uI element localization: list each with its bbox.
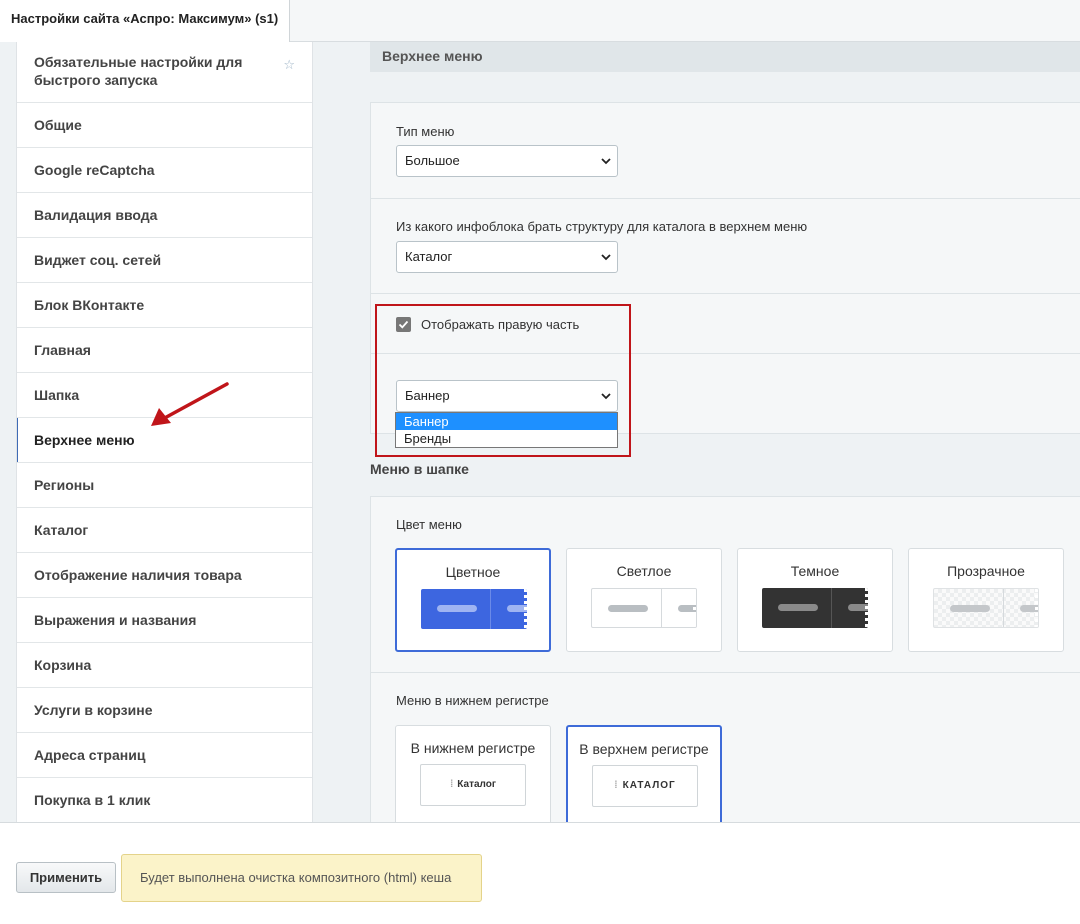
- dropdown-option-banner[interactable]: Баннер: [396, 413, 617, 430]
- menu-case-label: Меню в нижнем регистре: [396, 693, 549, 708]
- sidebar-item-label: Выражения и названия: [34, 612, 197, 628]
- right-part-type-select[interactable]: Баннер: [396, 380, 618, 412]
- sidebar-item-label: Google reCaptcha: [34, 162, 155, 178]
- top-tab-bar: Настройки сайта «Аспро: Максимум» (s1): [0, 0, 1080, 42]
- right-part-type-dropdown: Баннер Бренды: [395, 412, 618, 448]
- sidebar-item-label: Регионы: [34, 477, 95, 493]
- dropdown-option-brands[interactable]: Бренды: [396, 430, 617, 447]
- sidebar-item-label: Корзина: [34, 657, 92, 673]
- sidebar-item-page-urls[interactable]: Адреса страниц: [17, 733, 312, 778]
- sidebar-item-catalog[interactable]: Каталог: [17, 508, 312, 553]
- color-option-colored[interactable]: Цветное: [395, 548, 551, 652]
- case-preview-upper: ⁞ КАТАЛОГ: [592, 765, 698, 807]
- color-option-dark[interactable]: Темное: [737, 548, 893, 652]
- sidebar-item-vk-block[interactable]: Блок ВКонтакте: [17, 283, 312, 328]
- sidebar-item-label: Верхнее меню: [34, 432, 135, 448]
- sidebar-item-label: Покупка в 1 клик: [34, 792, 151, 808]
- menu-color-panel: Цвет меню Цветное Светлое Темное Прозрач…: [370, 496, 1080, 673]
- check-icon: [398, 320, 409, 329]
- sidebar-item-label: Общие: [34, 117, 82, 133]
- sidebar-item-one-click-buy[interactable]: Покупка в 1 клик: [17, 778, 312, 823]
- chevron-down-icon: [601, 254, 611, 261]
- right-part-checkbox[interactable]: [396, 317, 411, 332]
- menu-preview-colored: [421, 589, 527, 629]
- chevron-down-icon: [601, 393, 611, 400]
- catalog-source-value: Каталог: [405, 249, 453, 264]
- case-option-lower[interactable]: В нижнем регистре ⁞ Каталог: [395, 725, 551, 832]
- settings-main: Верхнее меню Тип меню Большое Из какого …: [313, 42, 1080, 832]
- sidebar-item-social-widget[interactable]: Виджет соц. сетей: [17, 238, 312, 283]
- drag-grip-icon: ⁞: [614, 780, 619, 791]
- sidebar-item-label: Адреса страниц: [34, 747, 146, 763]
- catalog-source-label: Из какого инфоблока брать структуру для …: [396, 219, 808, 234]
- menu-preview-transparent: [933, 588, 1039, 628]
- menu-case-panel: Меню в нижнем регистре В нижнем регистре…: [370, 672, 1080, 832]
- sidebar-item-label: Каталог: [34, 522, 89, 538]
- section-title: Верхнее меню: [370, 42, 1080, 72]
- right-part-type-value: Баннер: [405, 388, 450, 403]
- annotation-arrow-icon: [151, 382, 229, 426]
- color-option-light[interactable]: Светлое: [566, 548, 722, 652]
- star-icon: ☆: [283, 57, 295, 72]
- sidebar-item-quick-start[interactable]: Обязательные настройки для быстрого запу…: [17, 42, 312, 103]
- sidebar-item-label: Блок ВКонтакте: [34, 297, 145, 313]
- sidebar-item-label: Отображение наличия товара: [34, 567, 242, 583]
- case-option-upper[interactable]: В верхнем регистре ⁞ КАТАЛОГ: [566, 725, 722, 832]
- sidebar-item-label: Шапка: [34, 387, 80, 403]
- menu-preview-dark: [762, 588, 868, 628]
- right-part-panel: Отображать правую часть: [370, 293, 1080, 354]
- menu-preview-light: [591, 588, 697, 628]
- chevron-down-icon: [601, 158, 611, 165]
- color-option-label: Светлое: [616, 563, 672, 579]
- case-sample: Каталог: [457, 779, 497, 790]
- color-option-transparent[interactable]: Прозрачное: [908, 548, 1064, 652]
- cache-notice: Будет выполнена очистка композитного (ht…: [121, 854, 482, 902]
- header-menu-title: Меню в шапке: [370, 461, 469, 477]
- color-option-label: Прозрачное: [947, 563, 1025, 579]
- menu-type-value: Большое: [405, 153, 460, 168]
- sidebar-item-label: Услуги в корзине: [34, 702, 153, 718]
- case-option-label: В нижнем регистре: [410, 740, 536, 756]
- bottom-action-bar: Применить Будет выполнена очистка композ…: [0, 822, 1080, 924]
- color-option-label: Цветное: [445, 564, 501, 580]
- sidebar-item-regions[interactable]: Регионы: [17, 463, 312, 508]
- drag-grip-icon: ⁞: [449, 779, 454, 790]
- apply-button[interactable]: Применить: [16, 862, 116, 893]
- sidebar-item-recaptcha[interactable]: Google reCaptcha: [17, 148, 312, 193]
- settings-sidebar: Обязательные настройки для быстрого запу…: [16, 42, 313, 832]
- sidebar-item-phrases[interactable]: Выражения и названия: [17, 598, 312, 643]
- tab-site-settings[interactable]: Настройки сайта «Аспро: Максимум» (s1): [0, 0, 291, 42]
- sidebar-item-home[interactable]: Главная: [17, 328, 312, 373]
- menu-type-panel: Тип меню Большое: [370, 102, 1080, 199]
- sidebar-item-label: Валидация ввода: [34, 207, 158, 223]
- sidebar-item-label: Виджет соц. сетей: [34, 252, 162, 268]
- sidebar-item-label: Обязательные настройки для быстрого запу…: [34, 54, 243, 88]
- sidebar-item-input-validation[interactable]: Валидация ввода: [17, 193, 312, 238]
- sidebar-item-general[interactable]: Общие: [17, 103, 312, 148]
- color-option-label: Темное: [790, 563, 840, 579]
- catalog-source-select[interactable]: Каталог: [396, 241, 618, 273]
- sidebar-item-label: Главная: [34, 342, 91, 358]
- case-preview-lower: ⁞ Каталог: [420, 764, 526, 806]
- sidebar-item-cart[interactable]: Корзина: [17, 643, 312, 688]
- case-option-label: В верхнем регистре: [579, 741, 709, 757]
- sidebar-item-stock-display[interactable]: Отображение наличия товара: [17, 553, 312, 598]
- menu-type-select[interactable]: Большое: [396, 145, 618, 177]
- sidebar-item-cart-services[interactable]: Услуги в корзине: [17, 688, 312, 733]
- menu-type-label: Тип меню: [396, 124, 455, 139]
- right-part-label: Отображать правую часть: [421, 317, 580, 332]
- case-sample: КАТАЛОГ: [622, 780, 676, 791]
- catalog-source-panel: Из какого инфоблока брать структуру для …: [370, 198, 1080, 294]
- menu-color-label: Цвет меню: [396, 517, 462, 532]
